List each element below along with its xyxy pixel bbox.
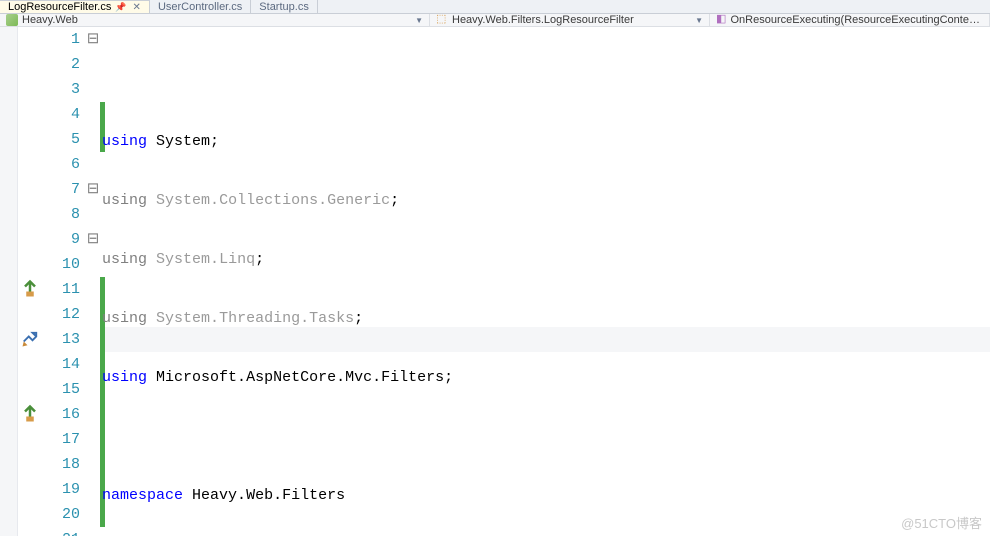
fold-toggle[interactable]: ⊟ — [86, 177, 100, 202]
line-number: 11 — [42, 277, 80, 302]
watermark: @51CTO博客 — [901, 513, 982, 532]
line-number: 13 — [42, 327, 80, 352]
line-number: 6 — [42, 152, 80, 177]
fold-gutter: ⊟ ⊟ ⊟ — [86, 27, 100, 536]
line-number: 15 — [42, 377, 80, 402]
line-number: 2 — [42, 52, 80, 77]
line-number: 20 — [42, 502, 80, 527]
line-number: 18 — [42, 452, 80, 477]
line-number-gutter: 1 2 3 4 5 6 7 8 9 10 11 12 13 14 15 16 1… — [42, 27, 86, 536]
class-name: Heavy.Web.Filters.LogResourceFilter — [452, 14, 687, 26]
code-line: namespace Heavy.Web.Filters — [100, 483, 990, 508]
code-line: using System; — [100, 129, 990, 154]
pin-icon[interactable]: 📌 — [115, 2, 126, 13]
tab-startup[interactable]: Startup.cs — [251, 0, 318, 13]
csharp-project-icon — [6, 14, 18, 26]
glyph-margin — [18, 27, 42, 536]
implements-glyph-icon[interactable] — [20, 404, 40, 424]
line-number: 10 — [42, 252, 80, 277]
close-icon[interactable]: ✕ — [133, 2, 141, 13]
member-name: OnResourceExecuting(ResourceExecutingCon… — [730, 14, 983, 26]
code-area[interactable]: using System; using System.Collections.G… — [100, 27, 990, 536]
line-number: 14 — [42, 352, 80, 377]
project-name: Heavy.Web — [22, 14, 407, 26]
line-number: 21 — [42, 527, 80, 536]
tab-label: UserController.cs — [158, 1, 242, 13]
method-icon — [716, 14, 726, 26]
code-editor[interactable]: 1 2 3 4 5 6 7 8 9 10 11 12 13 14 15 16 1… — [0, 27, 990, 536]
line-number: 19 — [42, 477, 80, 502]
outline-margin — [0, 27, 18, 536]
code-line: using Microsoft.AspNetCore.Mvc.Filters; — [100, 365, 990, 390]
line-number: 4 — [42, 102, 80, 127]
chevron-down-icon: ▼ — [415, 16, 423, 25]
fold-toggle[interactable]: ⊟ — [86, 227, 100, 252]
line-number: 8 — [42, 202, 80, 227]
code-line: using System.Linq; — [100, 247, 990, 272]
document-tab-bar: LogResourceFilter.cs 📌 ✕ UserController.… — [0, 0, 990, 14]
tab-label: Startup.cs — [259, 1, 309, 13]
line-number: 17 — [42, 427, 80, 452]
implements-glyph-icon[interactable] — [20, 279, 40, 299]
class-icon — [436, 14, 448, 26]
class-dropdown[interactable]: Heavy.Web.Filters.LogResourceFilter ▼ — [430, 14, 710, 26]
fold-toggle[interactable]: ⊟ — [86, 27, 100, 52]
tab-usercontroller[interactable]: UserController.cs — [150, 0, 251, 13]
tab-label: LogResourceFilter.cs — [8, 1, 111, 13]
line-number: 3 — [42, 77, 80, 102]
navigation-bar: Heavy.Web ▼ Heavy.Web.Filters.LogResourc… — [0, 14, 990, 27]
line-number: 5 — [42, 127, 80, 152]
current-line-highlight — [100, 327, 990, 352]
chevron-down-icon: ▼ — [695, 16, 703, 25]
build-action-icon[interactable] — [20, 329, 40, 349]
tab-logresourcefilter[interactable]: LogResourceFilter.cs 📌 ✕ — [0, 0, 150, 13]
code-line: using System.Collections.Generic; — [100, 188, 990, 213]
code-line — [100, 424, 990, 449]
project-dropdown[interactable]: Heavy.Web ▼ — [0, 14, 430, 26]
line-number: 9 — [42, 227, 80, 252]
line-number: 12 — [42, 302, 80, 327]
line-number: 1 — [42, 27, 80, 52]
line-number: 16 — [42, 402, 80, 427]
line-number: 7 — [42, 177, 80, 202]
member-dropdown[interactable]: OnResourceExecuting(ResourceExecutingCon… — [710, 14, 990, 26]
